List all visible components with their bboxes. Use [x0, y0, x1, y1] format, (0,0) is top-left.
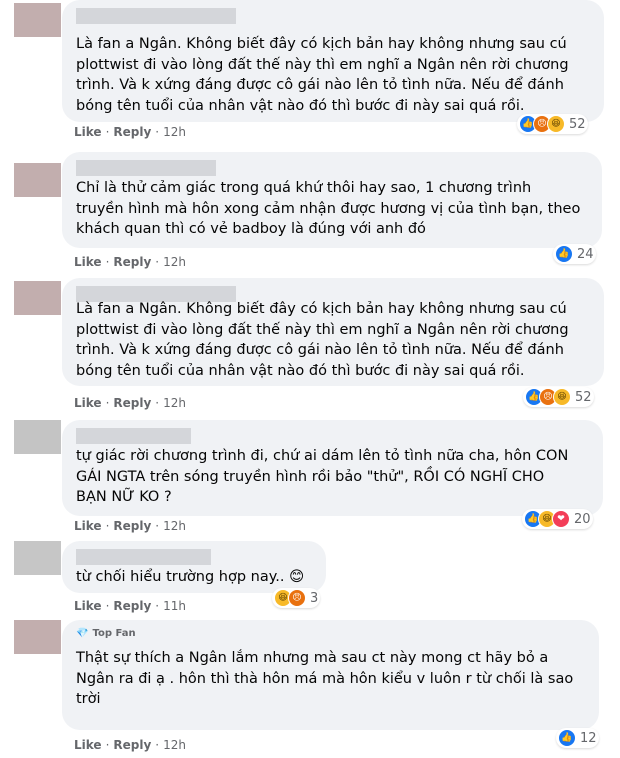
like-link[interactable]: Like: [74, 519, 102, 533]
avatar[interactable]: [14, 541, 61, 575]
comment-bubble: từ chối hiểu trường hợp nay.. 😊: [62, 541, 326, 593]
comment-line: tự giác rời chương trình đi, chứ ai dám …: [76, 448, 569, 464]
commenter-name-redacted[interactable]: [76, 160, 216, 176]
commenter-name-redacted[interactable]: [76, 8, 236, 24]
reply-link[interactable]: Reply: [113, 396, 151, 410]
reaction-count: 24: [577, 246, 594, 262]
comment-line: trời: [76, 691, 101, 707]
like-link[interactable]: Like: [74, 599, 102, 613]
comment-bubble: tự giác rời chương trình đi, chứ ai dám …: [62, 420, 603, 516]
comment-line: bóng tên tuổi của nhân vật nào đó thì bư…: [76, 97, 525, 114]
separator: ·: [155, 125, 160, 139]
comment-line: Thật sự thích a Ngân lắm nhưng mà sau ct…: [76, 650, 549, 666]
avatar[interactable]: [14, 420, 61, 454]
comment-text: Là fan a Ngân. Không biết đây có kịch bả…: [76, 299, 569, 381]
comment-line: truyền hình mà hôn xong cảm nhận được hư…: [76, 200, 581, 217]
separator: ·: [105, 125, 110, 139]
separator: ·: [105, 396, 110, 410]
avatar[interactable]: [14, 163, 61, 197]
diamond-icon: 💎: [76, 628, 89, 639]
reaction-summary[interactable]: 👍 😆 ❤ 20: [522, 509, 593, 529]
like-icon: 👍: [555, 245, 573, 263]
comment-bubble: Là fan a Ngân. Không biết đây có kịch bả…: [62, 0, 604, 122]
comment-line: plottwist đi vào lòng đất thế này thì em…: [76, 56, 569, 73]
haha-icon: 😆: [553, 388, 571, 406]
top-fan-badge: 💎 Top Fan: [76, 628, 136, 639]
reply-link[interactable]: Reply: [113, 125, 151, 139]
reaction-count: 12: [580, 730, 597, 746]
comment-text: Thật sự thích a Ngân lắm nhưng mà sau ct…: [76, 648, 573, 710]
comment-text: Chỉ là thử cảm giác trong quá khứ thôi h…: [76, 178, 580, 240]
comment-line: trình. Và k xứng đáng được cô gái nào lê…: [76, 342, 564, 358]
haha-icon: 😆: [547, 115, 565, 133]
reaction-count: 20: [574, 511, 591, 527]
like-link[interactable]: Like: [74, 255, 102, 269]
comment-actions: Like · Reply · 12h: [74, 396, 186, 410]
comment-text: từ chối hiểu trường hợp nay.. 😊: [76, 567, 304, 588]
comment-bubble: Chỉ là thử cảm giác trong quá khứ thôi h…: [62, 152, 602, 248]
love-icon: ❤: [552, 510, 570, 528]
reply-link[interactable]: Reply: [113, 519, 151, 533]
comment-line: Là fan a Ngân. Không biết đây có kịch bả…: [76, 301, 567, 317]
reaction-count: 52: [569, 116, 586, 132]
comment-actions: Like · Reply · 12h: [74, 738, 186, 752]
avatar[interactable]: [14, 281, 61, 315]
comment-line: Ngân ra đi ạ . hôn thì thà hôn má mà hôn…: [76, 670, 574, 687]
like-link[interactable]: Like: [74, 396, 102, 410]
comment-text: Là fan a Ngân. Không biết đây có kịch bả…: [76, 34, 569, 116]
timestamp[interactable]: 12h: [163, 738, 186, 752]
separator: ·: [155, 519, 160, 533]
reaction-summary[interactable]: 😆 😠 3: [272, 588, 321, 608]
comment-actions: Like · Reply · 11h: [74, 599, 186, 613]
separator: ·: [105, 255, 110, 269]
separator: ·: [105, 599, 110, 613]
timestamp[interactable]: 12h: [163, 125, 186, 139]
comment-line: plottwist đi vào lòng đất thế này thì em…: [76, 321, 569, 338]
commenter-name-redacted[interactable]: [76, 549, 211, 565]
reply-link[interactable]: Reply: [113, 255, 151, 269]
reaction-count: 3: [310, 590, 319, 606]
comment-actions: Like · Reply · 12h: [74, 519, 186, 533]
comment-text: tự giác rời chương trình đi, chứ ai dám …: [76, 446, 568, 508]
comment-line: khách quan thì có vẻ badboy là đúng với …: [76, 221, 426, 237]
separator: ·: [155, 396, 160, 410]
timestamp[interactable]: 12h: [163, 396, 186, 410]
comment-actions: Like · Reply · 12h: [74, 125, 186, 139]
comment-line: BẠN NỮ KO ?: [76, 489, 172, 505]
timestamp[interactable]: 12h: [163, 255, 186, 269]
commenter-name-redacted[interactable]: [76, 428, 191, 444]
separator: ·: [155, 738, 160, 752]
like-link[interactable]: Like: [74, 125, 102, 139]
reaction-summary[interactable]: 👍 12: [556, 728, 599, 748]
reaction-summary[interactable]: 👍 😠 😆 52: [517, 114, 588, 134]
avatar[interactable]: [14, 620, 61, 654]
timestamp[interactable]: 12h: [163, 519, 186, 533]
comment-line: trình. Và k xứng đáng được cô gái nào lê…: [76, 77, 564, 93]
separator: ·: [155, 255, 160, 269]
reply-link[interactable]: Reply: [113, 738, 151, 752]
comment-line: GÁI NGTA trên sóng truyền hình rồi bảo "…: [76, 468, 545, 485]
angry-icon: 😠: [288, 589, 306, 607]
separator: ·: [105, 519, 110, 533]
reaction-summary[interactable]: 👍 😠 😆 52: [523, 387, 594, 407]
like-icon: 👍: [558, 729, 576, 747]
comment-line: từ chối hiểu trường hợp nay.. 😊: [76, 569, 305, 585]
timestamp[interactable]: 11h: [163, 599, 186, 613]
comment-line: Chỉ là thử cảm giác trong quá khứ thôi h…: [76, 180, 532, 196]
like-link[interactable]: Like: [74, 738, 102, 752]
comment-bubble: 💎 Top Fan Thật sự thích a Ngân lắm nhưng…: [62, 620, 599, 730]
separator: ·: [105, 738, 110, 752]
comment-actions: Like · Reply · 12h: [74, 255, 186, 269]
comment-bubble: Là fan a Ngân. Không biết đây có kịch bả…: [62, 278, 604, 386]
comment-line: bóng tên tuổi của nhân vật nào đó thì bư…: [76, 362, 525, 379]
separator: ·: [155, 599, 160, 613]
reaction-summary[interactable]: 👍 24: [553, 244, 596, 264]
reaction-count: 52: [575, 389, 592, 405]
comment-line: Là fan a Ngân. Không biết đây có kịch bả…: [76, 36, 567, 52]
reply-link[interactable]: Reply: [113, 599, 151, 613]
top-fan-label: Top Fan: [92, 628, 136, 639]
avatar[interactable]: [14, 3, 61, 37]
